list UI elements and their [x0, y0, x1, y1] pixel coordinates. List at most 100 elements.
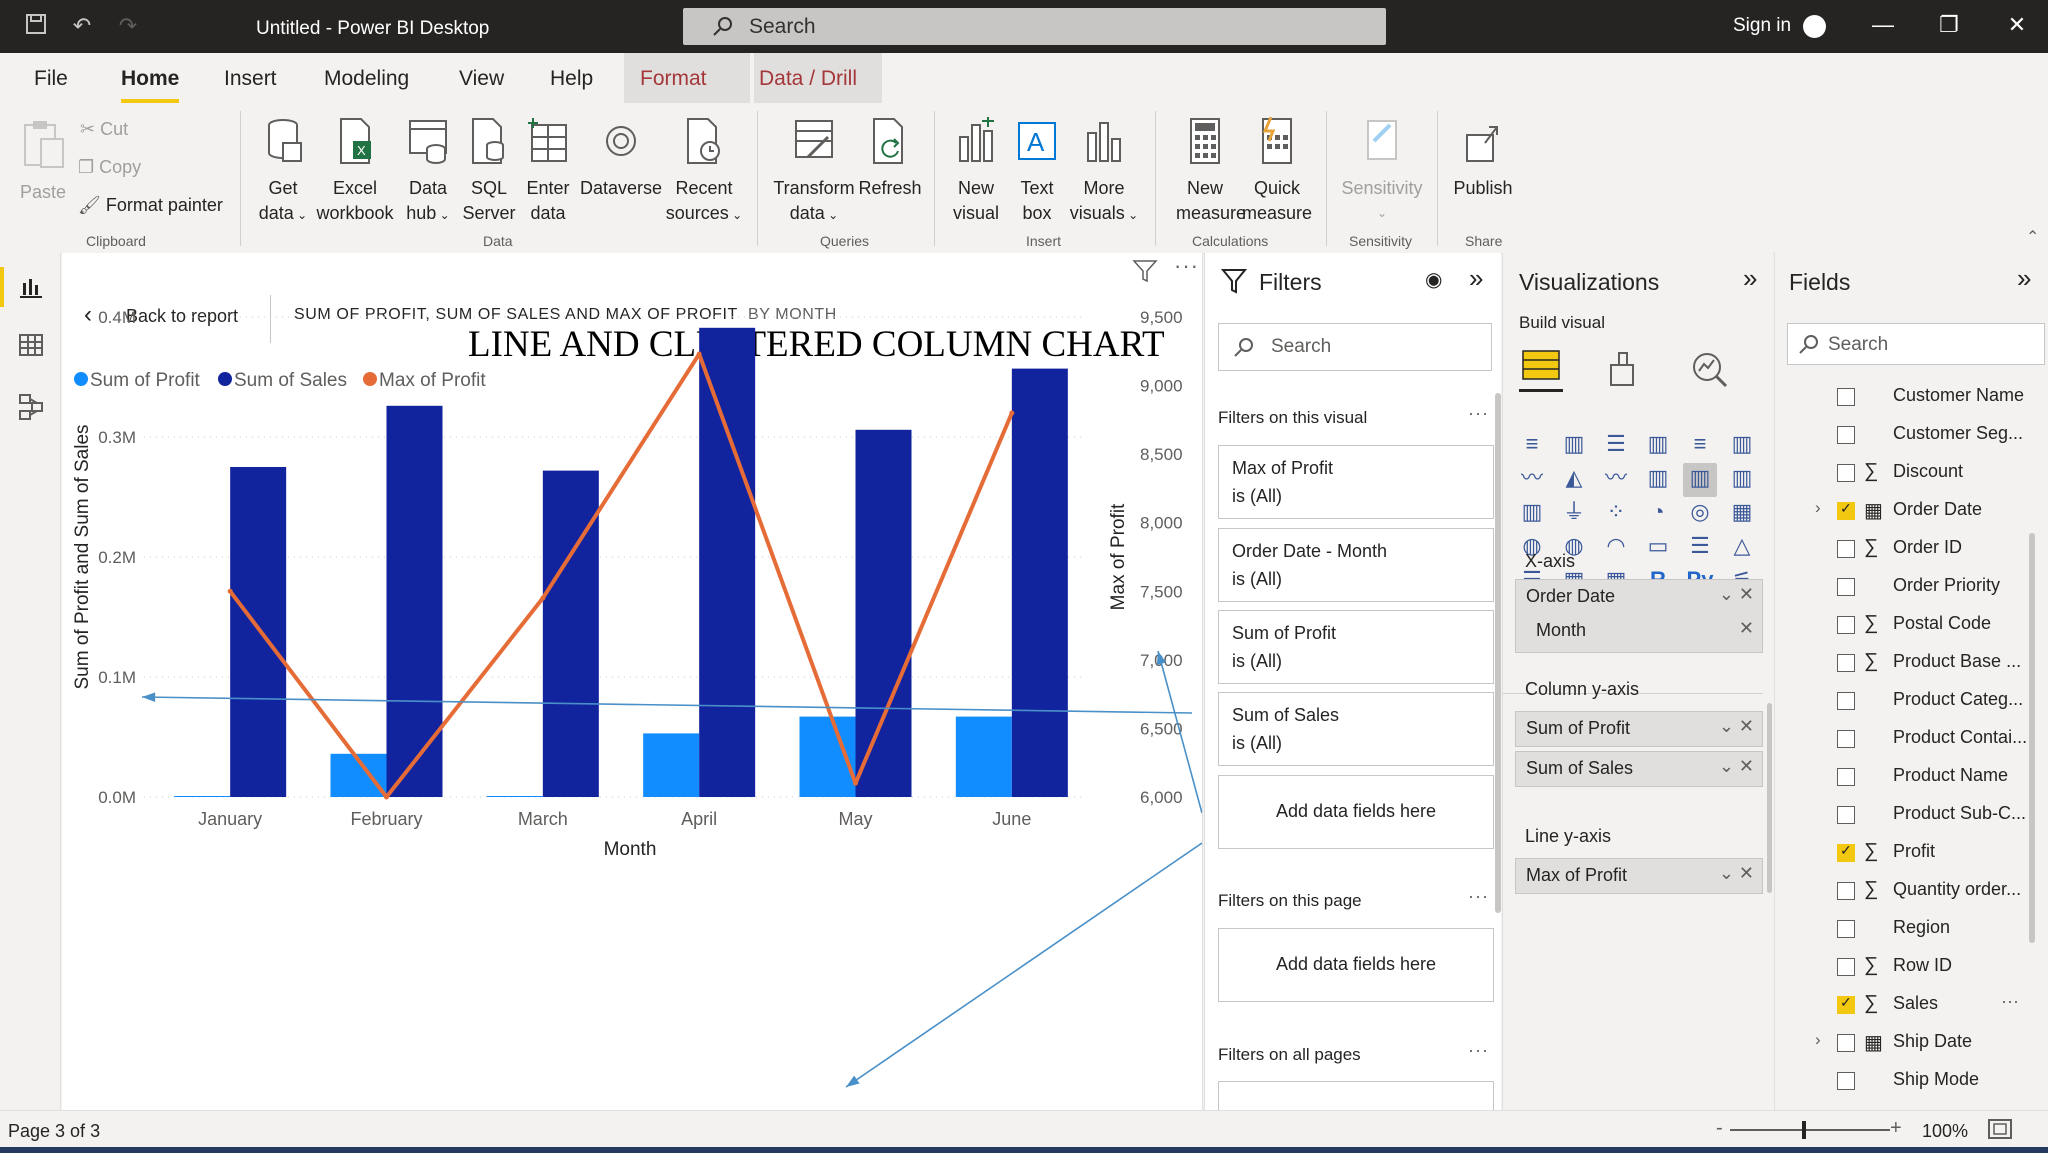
tab-data-drill[interactable]: Data / Drill	[759, 67, 857, 91]
more-options-icon[interactable]: ···	[1468, 403, 1489, 424]
collapse-ribbon-icon[interactable]: ⌃	[2026, 227, 2039, 247]
more-options-icon[interactable]: ···	[1468, 1040, 1489, 1061]
field-controls[interactable]: ⌄ ✕	[1719, 756, 1754, 777]
field-item[interactable]: Product Name	[1775, 763, 2035, 795]
field-item[interactable]: ∑ Discount	[1775, 459, 2035, 491]
line-clustered-column-chart[interactable]: 0.0M0.1M0.2M0.3M0.4M6,0006,5007,0007,500…	[62, 253, 1202, 1110]
enter-data-button[interactable]: Enter data	[520, 117, 576, 226]
transform-data-button[interactable]: Transform data ⌄	[772, 117, 856, 228]
funnel-icon[interactable]: ⏚	[1557, 497, 1591, 531]
field-checkbox[interactable]	[1837, 616, 1855, 634]
field-item[interactable]: › ▦ Order Date	[1775, 497, 2035, 529]
field-checkbox[interactable]	[1837, 1034, 1855, 1052]
column-y-axis-field[interactable]: Sum of Sales ⌄ ✕	[1515, 751, 1763, 787]
close-button[interactable]: ✕	[2002, 12, 2032, 38]
undo-icon[interactable]: ↶	[68, 12, 96, 40]
expand-chevron-icon[interactable]: ›	[1815, 498, 1821, 518]
analytics-icon[interactable]	[1689, 349, 1729, 394]
field-checkbox[interactable]	[1837, 388, 1855, 406]
scrollbar[interactable]	[2029, 533, 2035, 943]
field-item[interactable]: Customer Seg...	[1775, 421, 2035, 453]
100-bar-icon[interactable]: ≡	[1683, 429, 1717, 463]
collapse-fields-icon[interactable]: »	[2017, 263, 2031, 294]
field-item[interactable]: Ship Mode	[1775, 1067, 2035, 1099]
field-controls[interactable]: ⌄ ✕	[1719, 863, 1754, 884]
tab-view[interactable]: View	[459, 67, 504, 91]
zoom-slider-track[interactable]	[1730, 1129, 1890, 1131]
filter-card[interactable]: Sum of Profit is (All)	[1218, 610, 1494, 684]
field-item[interactable]: Product Contai...	[1775, 725, 2035, 757]
tab-modeling[interactable]: Modeling	[324, 67, 409, 91]
clustered-bar-icon[interactable]: ☰	[1599, 429, 1633, 463]
field-checkbox[interactable]	[1837, 692, 1855, 710]
field-checkbox[interactable]	[1837, 806, 1855, 824]
field-checkbox[interactable]	[1837, 958, 1855, 976]
quick-measure-button[interactable]: Quick measure	[1240, 116, 1314, 226]
line-stacked-column-icon[interactable]: ▥	[1641, 463, 1675, 497]
cut-button[interactable]: ✂ Cut	[80, 117, 128, 142]
scrollbar[interactable]	[1767, 703, 1772, 893]
column-y-axis-field[interactable]: Sum of Profit ⌄ ✕	[1515, 711, 1763, 747]
recent-sources-button[interactable]: Recent sources ⌄	[664, 117, 744, 228]
field-item[interactable]: › ▦ Ship Date	[1775, 1029, 2035, 1061]
line-y-axis-field[interactable]: Max of Profit ⌄ ✕	[1515, 858, 1763, 894]
field-item[interactable]: ∑ Order ID	[1775, 535, 2035, 567]
clustered-column-icon[interactable]: ▥	[1641, 429, 1675, 463]
field-checkbox[interactable]	[1837, 1072, 1855, 1090]
ribbon-chart-icon[interactable]: ▥	[1725, 463, 1759, 497]
field-controls[interactable]: ⌄ ✕	[1719, 584, 1754, 605]
collapse-visualizations-icon[interactable]: »	[1743, 263, 1757, 294]
filter-card[interactable]: Max of Profit is (All)	[1218, 445, 1494, 519]
tab-help[interactable]: Help	[550, 67, 593, 91]
dataverse-button[interactable]: Dataverse	[578, 117, 664, 201]
add-fields-drop-zone[interactable]: Add data fields here	[1218, 928, 1494, 1002]
field-checkbox[interactable]	[1837, 578, 1855, 596]
tab-insert[interactable]: Insert	[224, 67, 277, 91]
treemap-icon[interactable]: ▦	[1725, 497, 1759, 531]
new-visual-button[interactable]: New visual	[948, 115, 1004, 226]
filters-search-input[interactable]: Search	[1218, 323, 1492, 371]
fit-to-page-icon[interactable]	[1988, 1119, 2012, 1144]
field-checkbox[interactable]	[1837, 768, 1855, 786]
get-data-button[interactable]: Get data ⌄	[253, 117, 313, 228]
tab-format[interactable]: Format	[640, 67, 707, 91]
field-item[interactable]: Customer Name	[1775, 385, 2035, 415]
field-item[interactable]: ∑ Profit	[1775, 839, 2035, 871]
format-visual-icon[interactable]	[1603, 349, 1643, 394]
excel-workbook-button[interactable]: X Excel workbook	[314, 117, 396, 226]
avatar[interactable]	[1803, 15, 1826, 38]
more-visuals-button[interactable]: More visuals ⌄	[1066, 117, 1142, 228]
field-checkbox[interactable]	[1837, 654, 1855, 672]
sign-in-link[interactable]: Sign in	[1733, 15, 1791, 37]
expand-chevron-icon[interactable]: ›	[1815, 1030, 1821, 1050]
field-item[interactable]: ∑ Row ID	[1775, 953, 2035, 985]
fields-search-input[interactable]: Search	[1787, 323, 2045, 365]
close-icon[interactable]: ✕	[1739, 618, 1754, 639]
zoom-in-button[interactable]: +	[1890, 1117, 1902, 1140]
field-checkbox[interactable]	[1837, 994, 1855, 1014]
refresh-button[interactable]: Refresh	[858, 117, 922, 201]
redo-icon[interactable]: ↷	[114, 12, 142, 40]
eye-icon[interactable]: ◉	[1425, 267, 1442, 292]
field-item[interactable]: ∑ Postal Code	[1775, 611, 2035, 643]
search-box[interactable]: Search	[683, 8, 1386, 45]
paste-button[interactable]: Paste	[18, 119, 68, 205]
field-checkbox[interactable]	[1837, 730, 1855, 748]
field-checkbox[interactable]	[1837, 920, 1855, 938]
field-checkbox[interactable]	[1837, 882, 1855, 900]
restore-button[interactable]: ❐	[1934, 12, 1964, 38]
new-measure-button[interactable]: New measure	[1176, 117, 1246, 226]
build-visual-tab[interactable]	[1519, 345, 1563, 392]
field-item[interactable]: Order Priority	[1775, 573, 2035, 605]
stacked-column-icon[interactable]: ▥	[1557, 429, 1591, 463]
tab-home[interactable]: Home	[121, 67, 180, 103]
line-chart-icon[interactable]: 〰	[1515, 463, 1549, 497]
field-item[interactable]: Product Sub-C...	[1775, 801, 2035, 833]
field-checkbox[interactable]	[1837, 540, 1855, 558]
field-checkbox[interactable]	[1837, 426, 1855, 444]
line-clustered-column-icon[interactable]: ▥	[1683, 463, 1717, 497]
save-icon[interactable]	[22, 12, 50, 40]
field-checkbox[interactable]	[1837, 464, 1855, 482]
more-options-icon[interactable]: ···	[1468, 886, 1489, 907]
field-controls[interactable]: ⌄ ✕	[1719, 716, 1754, 737]
